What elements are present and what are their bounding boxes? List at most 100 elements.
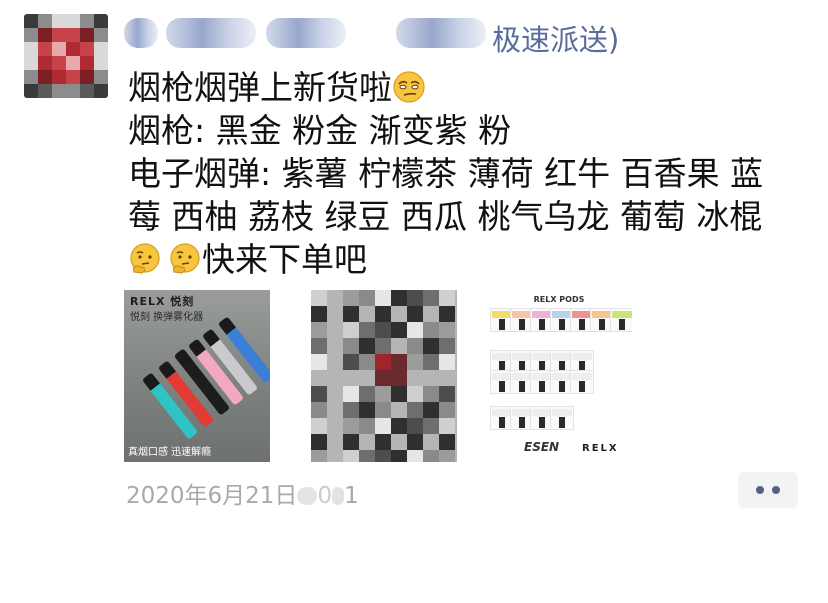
avatar-pixel: [80, 84, 94, 98]
mosaic-pixel: [391, 418, 407, 434]
mosaic-pixel: [327, 450, 343, 462]
mosaic-pixel: [311, 434, 327, 450]
timestamp: 2020年6月21日 0 1: [126, 476, 359, 510]
brand-logo: RELX: [582, 443, 619, 454]
pod-color-band: [572, 311, 592, 318]
mosaic-pixel: [439, 418, 455, 434]
blurred-time: [297, 487, 318, 505]
mosaic-pixel: [407, 306, 423, 322]
post-image[interactable]: RELX PODS ESEN RELX: [486, 290, 632, 462]
mosaic-pixel: [327, 306, 343, 322]
mosaic-pixel: [311, 338, 327, 354]
mosaic-pixel: [439, 402, 455, 418]
mosaic-pixel: [391, 434, 407, 450]
thinking-emoji-icon: [168, 242, 202, 276]
pod-body: [559, 319, 565, 330]
mosaic-pixel: [439, 338, 455, 354]
mosaic-pixel: [455, 402, 457, 418]
mosaic-pixel: [407, 322, 423, 338]
mosaic-pixel: [423, 418, 439, 434]
mosaic-pixel: [359, 322, 375, 338]
mosaic-pixel: [455, 322, 457, 338]
smirk-emoji-icon: [392, 70, 426, 104]
mosaic-pixel: [343, 354, 359, 370]
post-line: 电子烟弹: 紫薯 柠檬茶 薄荷 红牛 百香果 蓝: [128, 154, 764, 193]
pod-color-band: [612, 311, 632, 318]
mosaic-pixel: [423, 338, 439, 354]
brand-logo: ESEN: [524, 440, 560, 454]
thinking-emoji-icon: [128, 242, 162, 276]
pod-body: [499, 381, 505, 392]
mosaic-pixel: [407, 402, 423, 418]
timestamp-tail: 1: [344, 483, 359, 509]
pod-color-band: [552, 373, 572, 380]
mosaic-pixel: [391, 322, 407, 338]
mosaic-pixel: [375, 402, 391, 418]
mosaic-pixel: [343, 434, 359, 450]
mosaic-pixel: [407, 434, 423, 450]
avatar-pixel: [38, 42, 52, 56]
mosaic-pixel: [455, 434, 457, 450]
mosaic-pixel: [423, 306, 439, 322]
mosaic-pixel: [423, 450, 439, 462]
pod-color-band: [532, 373, 552, 380]
mosaic-pixel: [375, 338, 391, 354]
avatar[interactable]: [24, 14, 108, 98]
avatar-pixel: [38, 56, 52, 70]
pod-body: [519, 319, 525, 330]
mosaic-pixel: [327, 386, 343, 402]
avatar-pixel: [52, 42, 66, 56]
blurred-name-segment: [396, 18, 486, 48]
pod-color-band: [552, 353, 572, 360]
avatar-pixel: [24, 70, 38, 84]
post-image[interactable]: RELX 悦刻 悦刻 换弹雾化器 真烟口感 迅速解瘾: [124, 290, 270, 462]
mosaic-pixel: [455, 354, 457, 370]
mosaic-pixel: [343, 386, 359, 402]
pod-body: [499, 319, 505, 330]
avatar-pixel: [24, 56, 38, 70]
post-line: 快来下单吧: [128, 238, 788, 281]
avatar-pixel: [80, 42, 94, 56]
post-text: 烟枪烟弹上新货啦 烟枪: 黑金 粉金 渐变紫 粉 电子烟弹: 紫薯 柠檬茶 薄荷…: [128, 66, 788, 281]
mosaic-pixel: [407, 354, 423, 370]
mosaic-pixel: [391, 386, 407, 402]
pod-item: [610, 308, 632, 332]
avatar-pixel: [38, 28, 52, 42]
more-button[interactable]: [738, 472, 798, 508]
pod-color-band: [532, 311, 552, 318]
mosaic-pixel: [375, 290, 391, 306]
avatar-pixel: [80, 56, 94, 70]
mosaic-pixel: [439, 306, 455, 322]
post-line: 莓 西柚 荔枝 绿豆 西瓜 桃气乌龙 葡萄 冰棍: [128, 197, 763, 236]
mosaic-pixel: [407, 338, 423, 354]
pod-color-band: [512, 311, 532, 318]
mosaic-pixel: [391, 370, 407, 386]
more-dots-icon: [756, 486, 764, 494]
mosaic-pixel: [327, 402, 343, 418]
post-image-blurred[interactable]: [311, 290, 457, 462]
mosaic-pixel: [423, 322, 439, 338]
post-line-text: 快来下单吧: [202, 240, 367, 279]
avatar-pixel: [66, 56, 80, 70]
pod-color-band: [492, 409, 512, 416]
mosaic-pixel: [423, 370, 439, 386]
mosaic-pixel: [311, 370, 327, 386]
mosaic-pixel: [455, 450, 457, 462]
user-name[interactable]: 极速派送): [124, 12, 764, 57]
mosaic-pixel: [423, 386, 439, 402]
pod-color-band: [552, 311, 572, 318]
mosaic-pixel: [423, 290, 439, 306]
image-brand-subtitle: 悦刻 换弹雾化器: [130, 312, 204, 323]
mosaic-pixel: [439, 434, 455, 450]
pod-color-band: [512, 353, 532, 360]
mosaic-pixel: [391, 450, 407, 462]
mosaic-pixel: [391, 338, 407, 354]
mosaic-pixel: [439, 290, 455, 306]
mosaic-pixel: [375, 450, 391, 462]
avatar-pixel: [80, 70, 94, 84]
more-dots-icon: [772, 486, 780, 494]
blurred-name-segment: [266, 18, 346, 48]
mosaic-pixel: [343, 418, 359, 434]
mosaic-pixel: [343, 306, 359, 322]
mosaic-pixel: [311, 322, 327, 338]
